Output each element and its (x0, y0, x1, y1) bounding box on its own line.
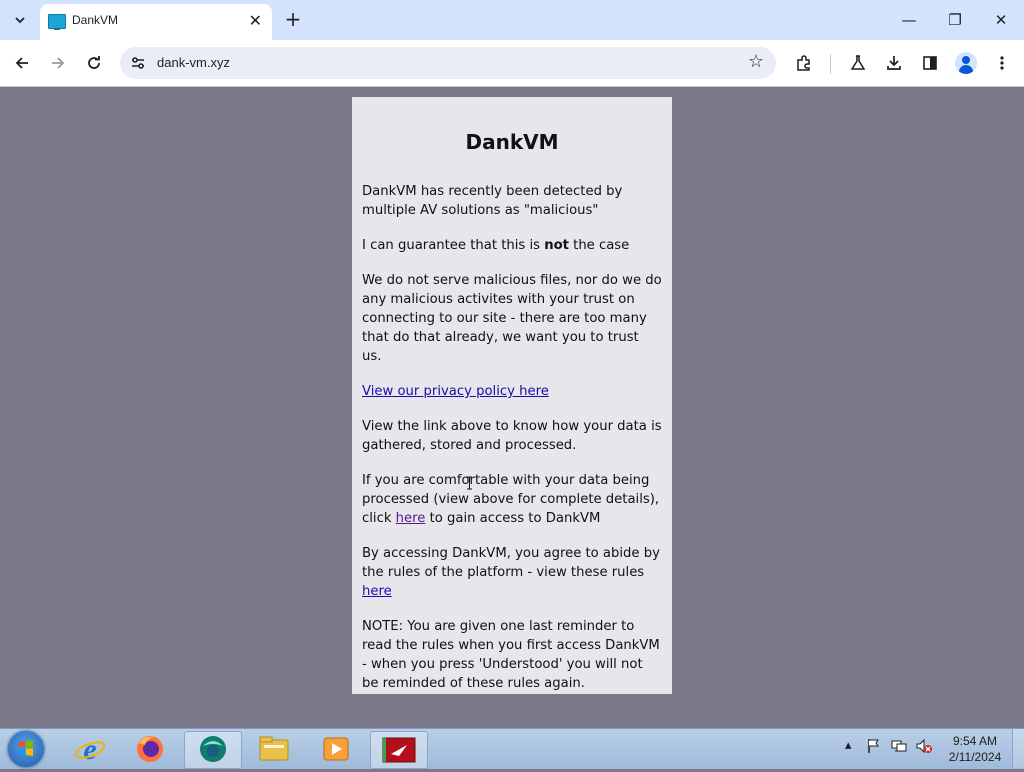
clock-time: 9:54 AM (952, 734, 998, 748)
volume-muted-icon[interactable] (915, 738, 933, 754)
start-button[interactable] (8, 731, 44, 767)
guarantee-text: I can guarantee that this is not the cas… (362, 238, 630, 253)
clock-date: 2/11/2024 (948, 750, 1002, 764)
vm-app-icon[interactable] (370, 731, 428, 769)
emphasis-not: not (544, 238, 569, 253)
profile-icon[interactable] (955, 52, 977, 74)
new-tab-button[interactable]: + (282, 8, 304, 30)
show-desktop-button[interactable] (1012, 729, 1024, 768)
rules-reminder-note: NOTE: You are given one last reminder to… (362, 619, 660, 691)
extensions-icon[interactable] (792, 51, 816, 75)
rules-here-link[interactable]: here (362, 584, 392, 599)
file-explorer-icon[interactable] (246, 731, 302, 767)
address-bar[interactable]: dank-vm.xyz ☆ (120, 47, 776, 79)
page-title: DankVM (465, 130, 559, 154)
tab-strip: DankVM ✕ + — ❐ ✕ (0, 0, 1024, 40)
privacy-explanation: View the link above to know how your dat… (362, 419, 662, 453)
minimize-button[interactable]: — (894, 8, 924, 32)
menu-icon[interactable] (990, 51, 1014, 75)
tab-close-icon[interactable]: ✕ (249, 11, 262, 30)
reload-icon (88, 56, 100, 69)
bookmark-star-icon[interactable]: ☆ (748, 51, 764, 72)
side-panel-icon[interactable] (918, 51, 942, 75)
downloads-icon[interactable] (882, 51, 906, 75)
action-center-flag-icon[interactable] (866, 738, 882, 754)
detection-notice: DankVM has recently been detected by mul… (362, 184, 623, 218)
rules-agreement: By accessing DankVM, you agree to abide … (362, 546, 660, 599)
text-cursor-icon (467, 476, 472, 490)
back-arrow-icon (15, 57, 28, 69)
tab-title: DankVM (72, 13, 119, 27)
show-hidden-icons-icon[interactable]: ▴ (845, 738, 852, 753)
internet-explorer-icon[interactable]: e (62, 731, 118, 767)
media-player-icon[interactable] (308, 731, 364, 767)
monitor-favicon-icon (48, 14, 66, 30)
forward-button[interactable] (46, 51, 70, 75)
browser-toolbar: dank-vm.xyz ☆ (0, 40, 1024, 87)
url-text[interactable]: dank-vm.xyz (157, 55, 230, 70)
toolbar-separator (830, 54, 831, 74)
forward-arrow-icon (52, 57, 65, 69)
reload-button[interactable] (82, 51, 106, 75)
vm-client-icon[interactable] (184, 731, 242, 769)
trust-statement: We do not serve malicious files, nor do … (362, 273, 662, 364)
site-settings-icon[interactable] (130, 55, 146, 71)
labs-icon[interactable] (846, 51, 870, 75)
system-clock[interactable]: 9:54 AM 2/11/2024 (940, 733, 1010, 765)
firefox-icon[interactable] (122, 731, 178, 767)
restore-button[interactable]: ❐ (940, 8, 970, 32)
back-button[interactable] (10, 51, 34, 75)
svg-text:e: e (83, 733, 96, 766)
chevron-down-icon (15, 17, 25, 24)
browser-tab[interactable]: DankVM ✕ (40, 4, 272, 40)
access-here-link[interactable]: here (396, 511, 426, 526)
notice-card: DankVM DankVM has recently been detected… (352, 97, 672, 694)
close-window-button[interactable]: ✕ (986, 8, 1016, 32)
windows-logo-icon (19, 740, 33, 756)
access-instructions: If you are comfortable with your data be… (362, 473, 660, 526)
network-icon[interactable] (891, 738, 907, 754)
tab-search-button[interactable] (8, 8, 32, 32)
privacy-policy-link[interactable]: View our privacy policy here (362, 384, 549, 399)
